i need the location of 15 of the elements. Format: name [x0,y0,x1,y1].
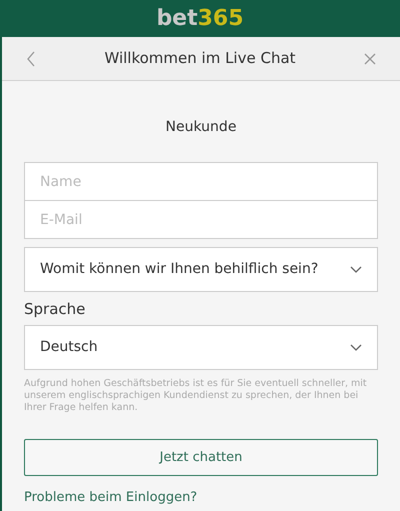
logo: bet365 [156,8,244,30]
input-field[interactable]: E-Mail [24,200,378,239]
notice-text: Aufgrund hohen Geschäftsbetriebs ist es für Sie eventuell schneller, mit unserem englischsprachigen Kundendienst zu sprechen, der Ihnen bei Ihrer Frage helfen kann. [24,378,368,414]
chat-button[interactable]: Jetzt chatten [24,439,378,476]
chevron-icon [350,344,362,352]
language-label: Sprache [24,300,86,318]
close-icon[interactable] [364,52,376,64]
chevron-icon [350,266,362,274]
input-field[interactable]: Name [24,162,378,201]
login-help-link[interactable]: Probleme beim Einloggen? [24,488,198,508]
back-icon[interactable] [26,50,36,66]
topic-dropdown[interactable]: Womit können wir Ihnen behilflich sein? [24,247,378,292]
form-heading: Neukunde [164,118,238,137]
panel-title: Willkommen im Live Chat [103,48,297,70]
language-dropdown[interactable]: Deutsch [24,325,378,370]
